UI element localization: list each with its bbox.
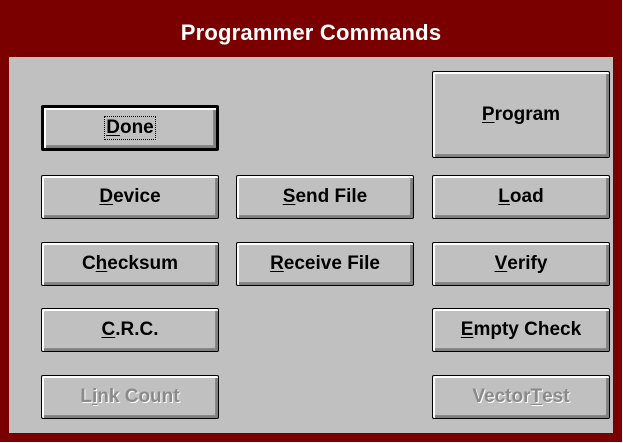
- checksum-button-accel: h: [95, 253, 108, 274]
- empty-check-button[interactable]: Empty Check: [432, 308, 610, 352]
- send-file-button-post: end File: [295, 186, 368, 207]
- link-count-button-pre: L: [80, 386, 92, 407]
- program-button-accel: P: [481, 103, 495, 125]
- send-file-button-accel: S: [282, 186, 296, 207]
- load-button[interactable]: Load: [432, 175, 610, 219]
- crc-button[interactable]: C .R.C.: [41, 308, 219, 352]
- title-bar[interactable]: Programmer Commands: [9, 9, 613, 57]
- device-button-post: evice: [113, 186, 161, 207]
- checksum-button-pre: C: [81, 253, 96, 274]
- link-count-button-post: nk Count: [97, 386, 180, 407]
- verify-button[interactable]: Verify: [432, 242, 610, 286]
- vector-test-button[interactable]: Vector Test: [432, 375, 610, 419]
- program-button[interactable]: Program: [432, 71, 610, 158]
- crc-button-accel: C: [101, 319, 116, 340]
- vector-test-button-post: est: [542, 386, 570, 407]
- load-button-post: oad: [509, 186, 544, 207]
- checksum-button-post: ecksum: [107, 253, 179, 274]
- dialog-frame: Programmer Commands Done Device Ch ecksum…: [0, 0, 622, 442]
- load-button-accel: L: [498, 186, 510, 207]
- programmer-commands-dialog: Programmer Commands Done Device Ch ecksum…: [0, 0, 623, 443]
- focus-indicator: Done: [104, 116, 156, 140]
- empty-check-button-accel: E: [460, 319, 474, 340]
- link-count-button[interactable]: Li nk Count: [41, 375, 219, 419]
- empty-check-button-post: mpty Check: [473, 319, 582, 340]
- done-button-accel: D: [106, 117, 120, 138]
- dialog-title: Programmer Commands: [180, 20, 442, 45]
- device-button-accel: D: [99, 186, 114, 207]
- done-button-post: one: [119, 117, 154, 138]
- receive-file-button-accel: R: [270, 253, 284, 274]
- send-file-button[interactable]: Send File: [236, 175, 414, 219]
- done-button[interactable]: Done: [41, 105, 219, 151]
- crc-button-post: .R.C.: [115, 319, 159, 340]
- verify-button-accel: V: [494, 253, 508, 274]
- receive-file-button-post: eceive File: [283, 253, 380, 274]
- verify-button-post: erify: [507, 253, 548, 274]
- vector-test-button-accel: T: [530, 386, 543, 407]
- device-button[interactable]: Device: [41, 175, 219, 219]
- vector-test-button-pre: Vector: [472, 386, 531, 407]
- receive-file-button[interactable]: Receive File: [236, 242, 414, 286]
- checksum-button[interactable]: Ch ecksum: [41, 242, 219, 286]
- program-button-post: rogram: [494, 103, 561, 125]
